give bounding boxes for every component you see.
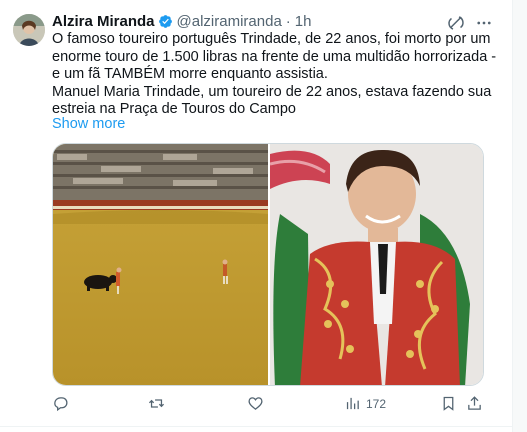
- grok-icon[interactable]: [447, 14, 465, 32]
- share-button[interactable]: [466, 395, 483, 412]
- retweet-button[interactable]: [148, 395, 170, 412]
- verified-badge-icon: [158, 14, 172, 28]
- like-button[interactable]: [247, 395, 269, 412]
- heart-icon: [248, 397, 263, 410]
- author-name[interactable]: Alzira Miranda: [52, 13, 155, 30]
- separator-dot: ·: [285, 12, 291, 30]
- show-more-link[interactable]: Show more: [52, 116, 125, 132]
- bookmark-icon: [443, 396, 454, 411]
- author-handle[interactable]: @alziramiranda: [177, 13, 282, 30]
- divider: [0, 426, 513, 427]
- tweet-header: Alzira Miranda @alziramiranda · 1h: [52, 11, 311, 31]
- views-chart-icon: [346, 397, 359, 410]
- tweet-card[interactable]: Alzira Miranda @alziramiranda · 1h O fam…: [0, 0, 513, 432]
- bullring-image: [53, 144, 268, 385]
- media-image-portrait[interactable]: [269, 144, 483, 385]
- retweet-icon: [148, 399, 165, 408]
- portrait-image: [269, 144, 483, 385]
- tweet-actions: 172: [52, 395, 492, 415]
- avatar-image: [13, 14, 45, 46]
- reply-icon: [54, 397, 68, 412]
- tweet-paragraph-2: Manuel Maria Trindade, um toureiro de 22…: [52, 83, 492, 118]
- views-button[interactable]: 172: [344, 395, 386, 412]
- more-options-icon[interactable]: [474, 14, 494, 32]
- tweet-text: O famoso toureiro português Trindade, de…: [52, 31, 502, 119]
- reply-button[interactable]: [52, 395, 74, 412]
- views-count: 172: [366, 396, 387, 411]
- share-icon: [468, 396, 481, 410]
- tweet-paragraph-1: O famoso toureiro português Trindade, de…: [52, 31, 497, 82]
- timestamp[interactable]: 1h: [295, 13, 312, 30]
- tweet-media[interactable]: [52, 143, 484, 386]
- avatar[interactable]: [13, 14, 45, 46]
- media-image-bullring[interactable]: [53, 144, 268, 385]
- page-scrollbar[interactable]: [513, 0, 527, 432]
- bookmark-button[interactable]: [440, 395, 457, 412]
